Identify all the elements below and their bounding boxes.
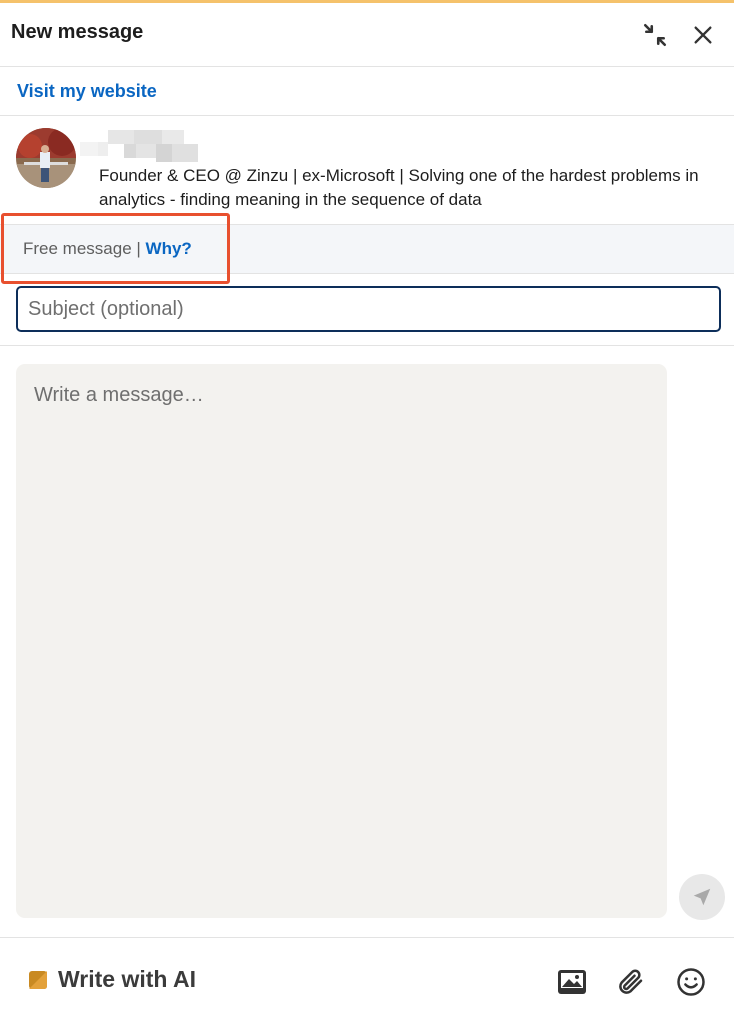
recipient-name-redacted [80, 130, 198, 162]
recipient-headline: Founder & CEO @ Zinzu | ex-Microsoft | S… [99, 166, 699, 209]
subject-input[interactable] [16, 286, 721, 332]
free-message-notice: Free message | Why? [23, 239, 192, 259]
emoji-button[interactable] [671, 962, 711, 1002]
ai-sparkle-icon [29, 970, 47, 989]
send-icon [693, 888, 711, 906]
attach-file-button[interactable] [611, 962, 651, 1002]
minimize-icon [643, 23, 667, 47]
send-button[interactable] [679, 874, 725, 920]
divider [0, 345, 734, 346]
image-icon [558, 970, 586, 994]
paperclip-icon [619, 969, 643, 994]
free-message-label: Free message | [23, 239, 146, 258]
avatar[interactable] [16, 128, 76, 188]
close-button[interactable] [685, 17, 721, 53]
write-with-ai-label: Write with AI [58, 966, 196, 992]
emoji-icon [677, 968, 705, 996]
why-link[interactable]: Why? [146, 239, 192, 258]
website-row: Visit my website [0, 68, 734, 116]
close-icon [694, 26, 712, 44]
minimize-button[interactable] [637, 17, 673, 53]
free-message-bar: Free message | Why? [0, 224, 734, 274]
compose-footer: Write with AI [0, 937, 734, 1024]
visit-website-link[interactable]: Visit my website [17, 81, 157, 102]
message-header: New message [0, 3, 734, 67]
message-textarea[interactable] [16, 364, 667, 918]
recipient-card: Founder & CEO @ Zinzu | ex-Microsoft | S… [0, 117, 734, 224]
write-with-ai-button[interactable]: Write with AI [28, 966, 196, 993]
page-title: New message [11, 21, 144, 43]
attach-image-button[interactable] [552, 962, 592, 1002]
